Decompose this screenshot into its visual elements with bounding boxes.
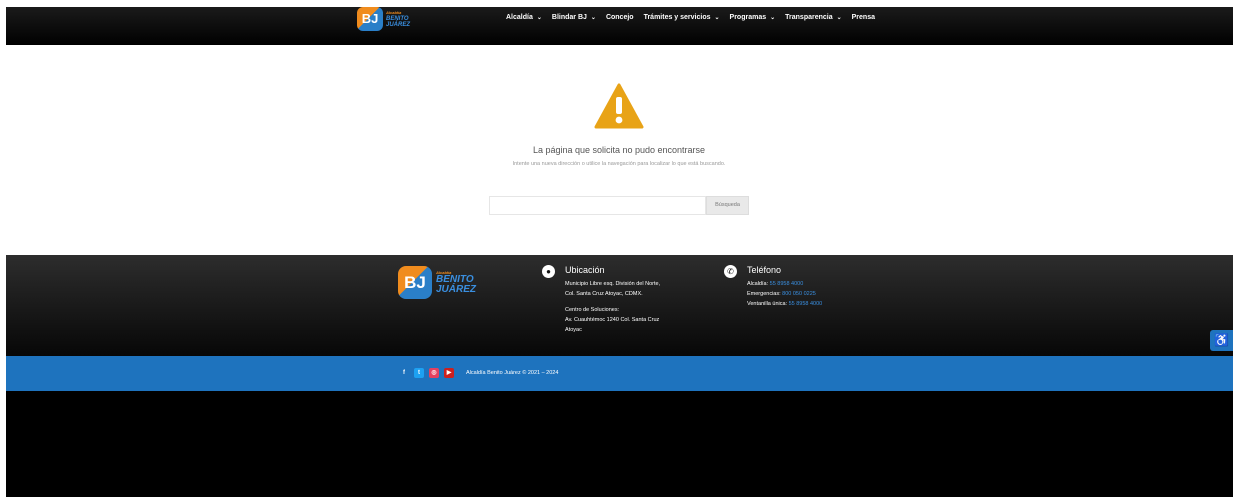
nav-item-tramites[interactable]: Trámites y servicios ⌄	[644, 14, 720, 21]
footer-logo-line2: JUÁREZ	[436, 284, 477, 295]
social-links: f t ◎ ▶	[399, 368, 454, 378]
phone-icon: ✆	[724, 265, 737, 278]
phone-row: Alcaldía: 55 8958 4000	[747, 279, 822, 289]
phone-row: Emergencias: 800 050 0225	[747, 289, 822, 299]
nav-item-blindar-bj[interactable]: Blindar BJ ⌄	[552, 14, 596, 21]
logo-badge: BJ	[357, 7, 383, 31]
phone-label: Ventanilla única:	[747, 301, 788, 307]
accessibility-icon: ♿	[1214, 333, 1229, 347]
chevron-down-icon: ⌄	[536, 15, 542, 21]
nav-label: Blindar BJ	[551, 14, 587, 21]
copyright-text: Alcaldía Benito Juárez © 2021 – 2024	[466, 370, 559, 376]
site-header	[6, 7, 1233, 45]
header-logo[interactable]: BJ Alcaldía BENITO JUÁREZ	[357, 7, 410, 31]
location-line2: Col. Santa Cruz Atoyac, CDMX.	[565, 291, 643, 297]
nav-label: Transparencia	[785, 14, 833, 21]
twitter-icon[interactable]: t	[414, 368, 424, 378]
location-heading: Ubicación	[565, 265, 605, 275]
footer-logo[interactable]: BJ Alcaldía BENITO JUÁREZ	[398, 266, 476, 299]
phone-heading: Teléfono	[747, 265, 782, 275]
empty-area	[6, 391, 1233, 497]
logo-wordmark: Alcaldía BENITO JUÁREZ	[386, 10, 410, 28]
location-line4: Av. Cuauhtémoc 1240 Col. Santa Cruz	[565, 317, 660, 323]
nav-item-prensa[interactable]: Prensa	[852, 14, 875, 21]
phone-link[interactable]: 800 050 0225	[782, 291, 816, 297]
nav-label: Alcaldía	[506, 14, 533, 21]
location-line5: Atoyac	[565, 327, 582, 333]
phone-row: Ventanilla única: 55 8958 4000	[747, 299, 822, 309]
footer-logo-wordmark: Alcaldía BENITO JUÁREZ	[436, 270, 476, 295]
footer-location: Ubicación Municipio Libre esq. División …	[565, 265, 660, 335]
youtube-icon[interactable]: ▶	[444, 368, 454, 378]
location-line1: Municipio Libre esq. División del Norte,	[565, 281, 661, 287]
nav-label: Concejo	[605, 14, 634, 21]
footer-logo-badge: BJ	[398, 266, 432, 299]
phone-link[interactable]: 55 8958 4000	[789, 301, 823, 307]
logo-line2: JUÁREZ	[386, 22, 411, 28]
search-form: Búsqueda	[489, 196, 749, 215]
main-nav: Alcaldía ⌄ Blindar BJ ⌄ Concejo Trámites y…	[506, 14, 885, 21]
nav-label: Trámites y servicios	[643, 14, 711, 21]
nav-item-programas[interactable]: Programas ⌄	[730, 14, 776, 21]
footer-bottom-bar	[6, 356, 1233, 391]
nav-label: Programas	[729, 14, 767, 21]
error-subtitle: Intente una nueva dirección o utilice la…	[512, 161, 726, 167]
nav-item-concejo[interactable]: Concejo	[606, 14, 634, 21]
instagram-icon[interactable]: ◎	[429, 368, 439, 378]
phone-label: Emergencias:	[747, 291, 781, 297]
facebook-icon[interactable]: f	[399, 368, 409, 378]
chevron-down-icon: ⌄	[590, 15, 596, 21]
nav-label: Prensa	[851, 14, 875, 21]
chevron-down-icon: ⌄	[714, 15, 720, 21]
location-pin-icon: ●	[542, 265, 555, 278]
chevron-down-icon: ⌄	[836, 15, 842, 21]
phone-link[interactable]: 55 8958 4000	[770, 281, 804, 287]
warning-icon	[594, 83, 644, 129]
nav-item-alcaldia[interactable]: Alcaldía ⌄	[506, 14, 542, 21]
phone-label: Alcaldía:	[747, 281, 769, 287]
accessibility-button[interactable]: ♿	[1210, 330, 1233, 351]
footer-phone: Teléfono Alcaldía: 55 8958 4000 Emergenc…	[747, 265, 822, 309]
search-input[interactable]	[489, 196, 706, 215]
page: BJ Alcaldía BENITO JUÁREZ Alcaldía ⌄ Blin…	[0, 0, 1238, 502]
error-title: La página que solicita no pudo encontrar…	[532, 145, 706, 155]
nav-item-transparencia[interactable]: Transparencia ⌄	[785, 14, 842, 21]
chevron-down-icon: ⌄	[770, 15, 776, 21]
search-button[interactable]: Búsqueda	[706, 196, 749, 215]
location-line3: Centro de Soluciones:	[565, 307, 620, 313]
